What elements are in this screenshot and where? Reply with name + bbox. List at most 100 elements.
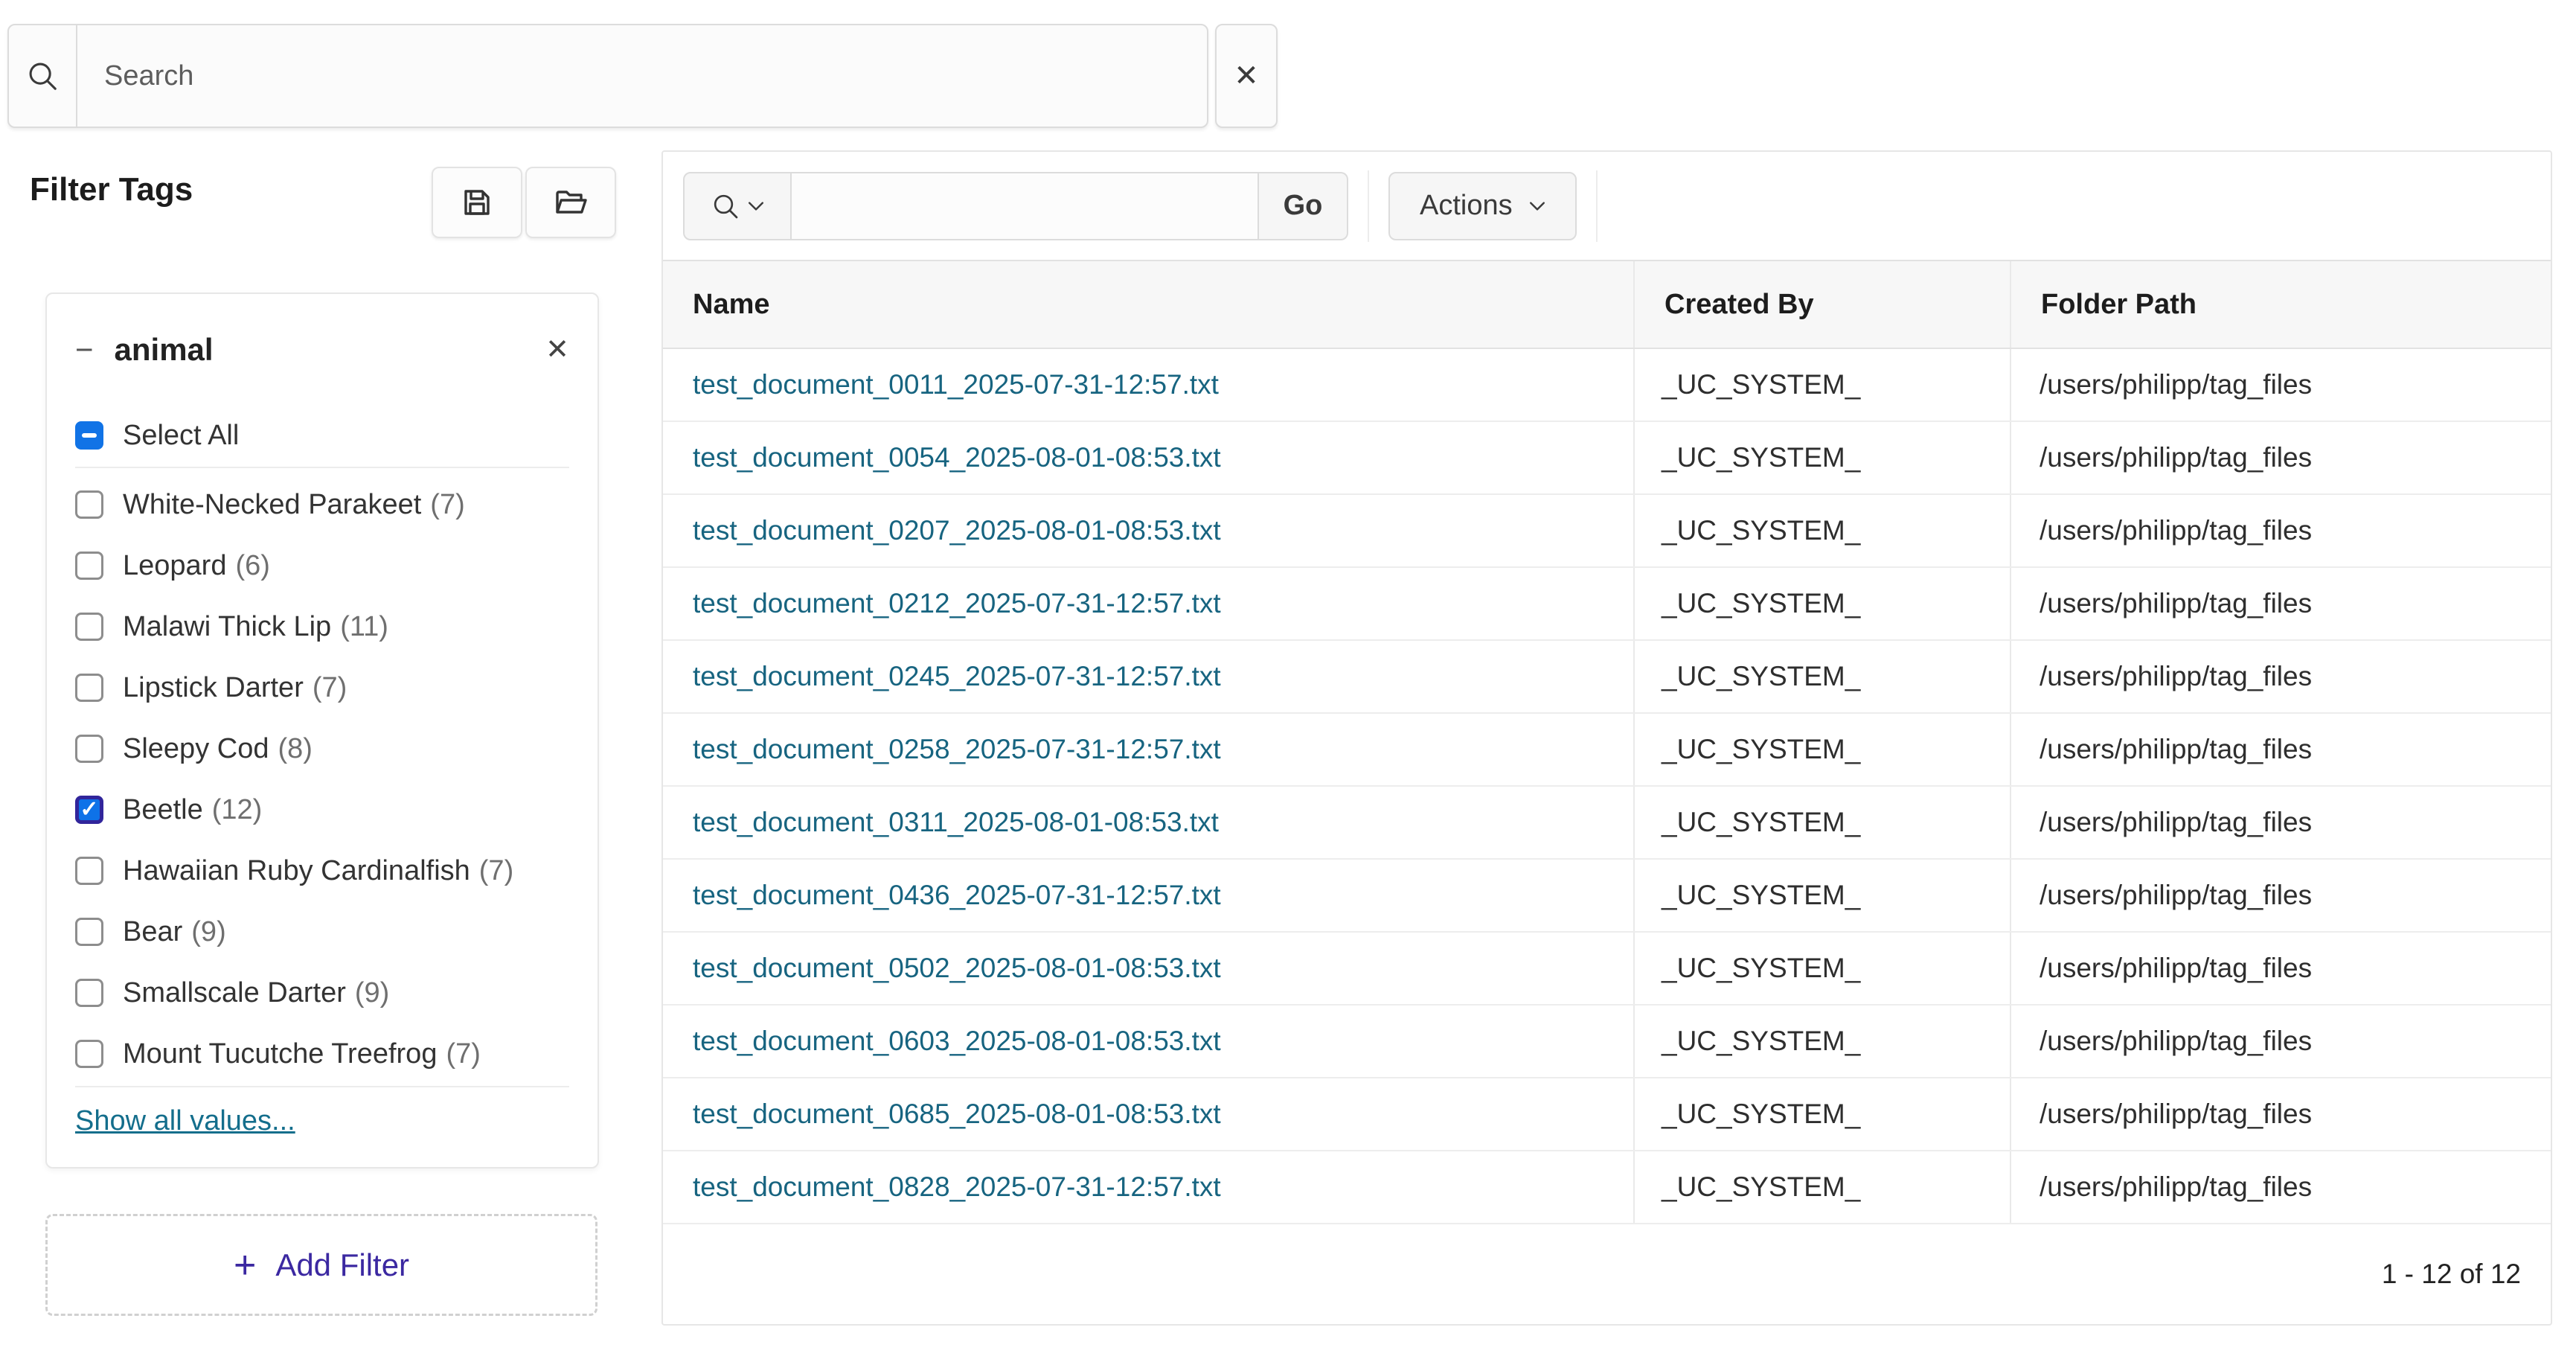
facet-value-label: Sleepy Cod xyxy=(123,733,269,765)
facet-value-list: White-Necked Parakeet (7) Leopard (6) Ma… xyxy=(47,470,597,1084)
facet-value-count: (8) xyxy=(278,733,312,765)
facet-value-checkbox[interactable] xyxy=(75,979,103,1007)
toolbar-separator xyxy=(1368,170,1369,242)
facet-value-count: (9) xyxy=(355,977,389,1009)
created-by-cell: _UC_SYSTEM_ xyxy=(1633,933,2010,1004)
file-name-link[interactable]: test_document_0245_2025-07-31-12:57.txt xyxy=(693,661,1221,692)
created-by-cell: _UC_SYSTEM_ xyxy=(1633,1078,2010,1150)
folder-path-cell: /users/philipp/tag_files xyxy=(2010,349,2551,421)
facet-value-checkbox[interactable] xyxy=(75,490,103,519)
facet-value-label: Mount Tucutche Treefrog xyxy=(123,1038,437,1070)
facet-value-label: Bear xyxy=(123,916,182,948)
facet-value-checkbox[interactable] xyxy=(75,735,103,763)
created-by-cell: _UC_SYSTEM_ xyxy=(1633,1006,2010,1077)
folder-path-cell: /users/philipp/tag_files xyxy=(2010,1078,2551,1150)
facet-value-checkbox[interactable] xyxy=(75,1040,103,1068)
go-button[interactable]: Go xyxy=(1259,172,1348,240)
created-by-cell: _UC_SYSTEM_ xyxy=(1633,787,2010,858)
file-name-link[interactable]: test_document_0436_2025-07-31-12:57.txt xyxy=(693,880,1221,911)
facet-value-row[interactable]: Leopard (6) xyxy=(47,535,597,596)
created-by-cell: _UC_SYSTEM_ xyxy=(1633,860,2010,931)
load-filters-button[interactable] xyxy=(525,167,616,238)
created-by-cell: _UC_SYSTEM_ xyxy=(1633,1151,2010,1223)
table-body: test_document_0011_2025-07-31-12:57.txt … xyxy=(663,349,2551,1224)
facet-value-count: (6) xyxy=(235,550,269,582)
page: ✕ Filter Tags − animal ✕ Select xyxy=(0,0,2576,1365)
column-header-folder-path[interactable]: Folder Path xyxy=(2010,261,2551,348)
facet-value-row[interactable]: Bear (9) xyxy=(47,901,597,962)
table-row: test_document_0502_2025-08-01-08:53.txt … xyxy=(663,933,2551,1006)
report-region: Go Actions Name Created By Folder Path t… xyxy=(661,150,2552,1326)
divider xyxy=(75,467,569,468)
facet-value-row[interactable]: Malawi Thick Lip (11) xyxy=(47,596,597,657)
facet-value-checkbox[interactable] xyxy=(75,857,103,885)
filter-tags-title: Filter Tags xyxy=(30,171,193,208)
add-filter-button[interactable]: + Add Filter xyxy=(45,1214,597,1316)
facet-value-row[interactable]: Smallscale Darter (9) xyxy=(47,962,597,1023)
table-row: test_document_0828_2025-07-31-12:57.txt … xyxy=(663,1151,2551,1224)
column-header-created-by[interactable]: Created By xyxy=(1633,261,2010,348)
table-row: test_document_0011_2025-07-31-12:57.txt … xyxy=(663,349,2551,422)
table-row: test_document_0054_2025-08-01-08:53.txt … xyxy=(663,422,2551,495)
facet-value-label: White-Necked Parakeet xyxy=(123,489,421,521)
report-toolbar: Go Actions xyxy=(663,152,2551,260)
folder-path-cell: /users/philipp/tag_files xyxy=(2010,1006,2551,1077)
folder-path-cell: /users/philipp/tag_files xyxy=(2010,1151,2551,1223)
folder-path-cell: /users/philipp/tag_files xyxy=(2010,495,2551,566)
facet-value-row[interactable]: Lipstick Darter (7) xyxy=(47,657,597,718)
file-name-link[interactable]: test_document_0212_2025-07-31-12:57.txt xyxy=(693,588,1221,619)
table-row: test_document_0685_2025-08-01-08:53.txt … xyxy=(663,1078,2551,1151)
file-name-link[interactable]: test_document_0828_2025-07-31-12:57.txt xyxy=(693,1171,1221,1203)
facet-value-checkbox[interactable] xyxy=(75,613,103,641)
facet-name: animal xyxy=(115,332,214,368)
select-all-row[interactable]: Select All xyxy=(47,406,597,465)
created-by-cell: _UC_SYSTEM_ xyxy=(1633,641,2010,712)
facet-value-checkbox[interactable] xyxy=(75,552,103,580)
table-row: test_document_0311_2025-08-01-08:53.txt … xyxy=(663,787,2551,860)
file-name-link[interactable]: test_document_0207_2025-08-01-08:53.txt xyxy=(693,515,1221,546)
chevron-down-icon xyxy=(748,201,764,211)
facet-header: − animal ✕ xyxy=(47,294,597,406)
save-filters-button[interactable] xyxy=(432,167,522,238)
facet-value-row[interactable]: Mount Tucutche Treefrog (7) xyxy=(47,1023,597,1084)
facet-value-checkbox[interactable] xyxy=(75,674,103,702)
select-all-checkbox[interactable] xyxy=(75,421,103,450)
clear-search-button[interactable]: ✕ xyxy=(1215,24,1278,128)
facet-value-label: Beetle xyxy=(123,794,203,826)
created-by-cell: _UC_SYSTEM_ xyxy=(1633,422,2010,493)
facet-value-count: (7) xyxy=(479,855,513,887)
file-name-link[interactable]: test_document_0502_2025-08-01-08:53.txt xyxy=(693,953,1221,984)
file-name-link[interactable]: test_document_0603_2025-08-01-08:53.txt xyxy=(693,1026,1221,1057)
show-all-values-link[interactable]: Show all values... xyxy=(75,1105,295,1137)
file-name-link[interactable]: test_document_0685_2025-08-01-08:53.txt xyxy=(693,1099,1221,1130)
facet-value-row[interactable]: Beetle (12) xyxy=(47,779,597,840)
folder-path-cell: /users/philipp/tag_files xyxy=(2010,860,2551,931)
facet-value-checkbox[interactable] xyxy=(75,918,103,946)
remove-facet-icon[interactable]: ✕ xyxy=(545,336,569,364)
created-by-cell: _UC_SYSTEM_ xyxy=(1633,495,2010,566)
facet-value-count: (9) xyxy=(191,916,225,948)
actions-button[interactable]: Actions xyxy=(1388,172,1577,240)
file-name-link[interactable]: test_document_0011_2025-07-31-12:57.txt xyxy=(693,369,1219,400)
chevron-down-icon xyxy=(1529,201,1545,211)
report-search-group: Go xyxy=(683,172,1348,240)
global-search-input[interactable] xyxy=(77,25,1207,127)
file-name-link[interactable]: test_document_0311_2025-08-01-08:53.txt xyxy=(693,807,1219,838)
facet-value-label: Lipstick Darter xyxy=(123,672,304,704)
table-row: test_document_0212_2025-07-31-12:57.txt … xyxy=(663,568,2551,641)
created-by-cell: _UC_SYSTEM_ xyxy=(1633,568,2010,639)
facet-value-count: (11) xyxy=(340,611,388,643)
toolbar-separator xyxy=(1596,170,1598,242)
facet-value-row[interactable]: Hawaiian Ruby Cardinalfish (7) xyxy=(47,840,597,901)
collapse-icon[interactable]: − xyxy=(75,334,94,365)
facet-value-row[interactable]: Sleepy Cod (8) xyxy=(47,718,597,779)
facet-value-checkbox[interactable] xyxy=(75,796,103,824)
report-search-input[interactable] xyxy=(792,172,1259,240)
search-column-dropdown-button[interactable] xyxy=(683,172,792,240)
column-header-name[interactable]: Name xyxy=(663,261,1633,348)
facet-value-row[interactable]: White-Necked Parakeet (7) xyxy=(47,474,597,535)
file-name-link[interactable]: test_document_0054_2025-08-01-08:53.txt xyxy=(693,442,1221,473)
pagination-label: 1 - 12 of 12 xyxy=(2382,1259,2521,1290)
created-by-cell: _UC_SYSTEM_ xyxy=(1633,714,2010,785)
file-name-link[interactable]: test_document_0258_2025-07-31-12:57.txt xyxy=(693,734,1221,765)
